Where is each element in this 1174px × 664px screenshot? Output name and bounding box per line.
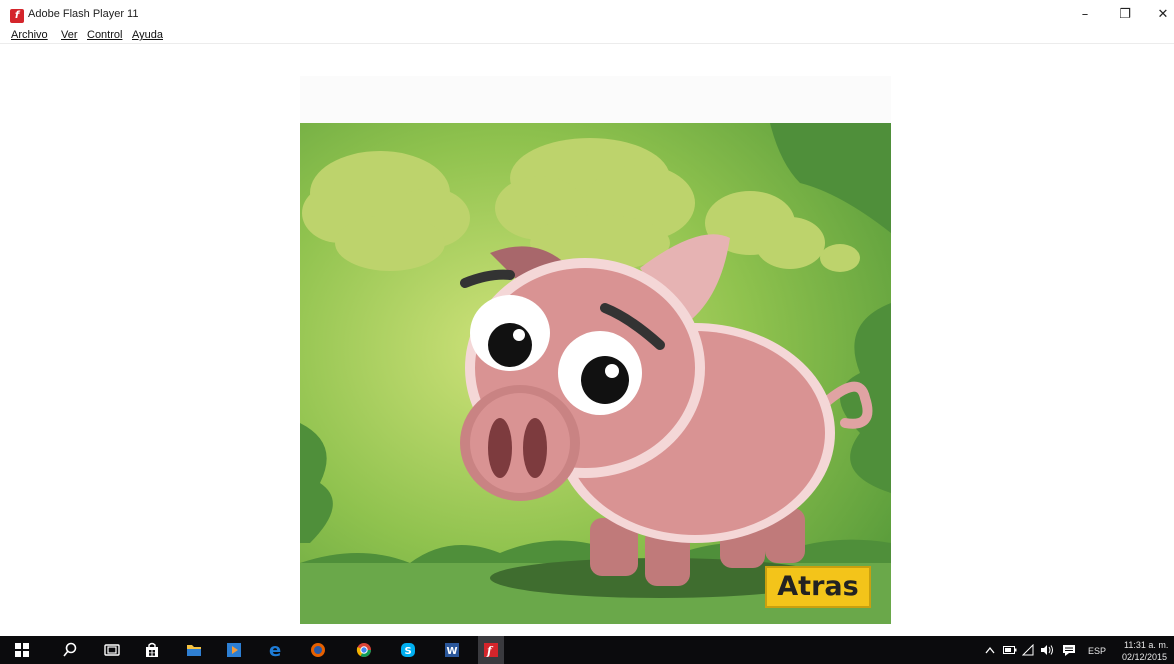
flash-player-window: f Adobe Flash Player 11 – ❐ ✕ Archivo Ve… [0, 0, 1174, 636]
media-app-button[interactable] [222, 636, 246, 664]
close-button[interactable]: ✕ [1140, 0, 1174, 30]
chrome-button[interactable] [352, 636, 376, 664]
start-button[interactable] [10, 636, 34, 664]
word-icon: W [445, 643, 459, 657]
task-view-icon [104, 644, 120, 656]
edge-button[interactable]: e [264, 636, 288, 664]
wifi-icon [1022, 644, 1034, 656]
chevron-up-icon [985, 646, 995, 654]
taskbar: e S W f ESP 11:31 a. m. 02/12/2015 [0, 636, 1174, 664]
menu-bar: Archivo Ver Control Ayuda [0, 28, 1174, 44]
tray-overflow-button[interactable] [982, 636, 998, 664]
flash-icon: f [484, 643, 498, 658]
clock-date[interactable]: 02/12/2015 [1122, 652, 1167, 662]
back-button[interactable]: Atras [765, 566, 871, 608]
flash-stage [300, 123, 891, 624]
edge-icon: e [269, 641, 281, 659]
pig-snout [470, 393, 570, 493]
word-button[interactable]: W [440, 636, 464, 664]
pig-right-pupil [581, 356, 629, 404]
pig-illustration [300, 123, 891, 624]
pig-left-nostril [488, 418, 512, 478]
pig-right-highlight [605, 364, 619, 378]
pig-left-highlight [513, 329, 525, 341]
pig-right-nostril [523, 418, 547, 478]
flash-player-taskbar-button[interactable]: f [478, 636, 504, 664]
volume-button[interactable] [1038, 636, 1056, 664]
pig-left-pupil [488, 323, 532, 367]
firefox-icon [311, 643, 325, 657]
skype-button[interactable]: S [396, 636, 420, 664]
notification-icon [1063, 645, 1075, 656]
svg-text:S: S [405, 646, 412, 657]
window-title: Adobe Flash Player 11 [28, 8, 139, 20]
menu-ayuda[interactable]: Ayuda [132, 29, 163, 41]
firefox-button[interactable] [306, 636, 330, 664]
wifi-button[interactable] [1020, 636, 1036, 664]
menu-control[interactable]: Control [87, 29, 122, 41]
task-view-button[interactable] [100, 636, 124, 664]
search-button[interactable] [58, 636, 82, 664]
skype-icon: S [401, 643, 415, 657]
language-indicator[interactable]: ESP [1088, 646, 1106, 656]
folder-icon [187, 645, 201, 656]
title-bar: f Adobe Flash Player 11 – ❐ ✕ [0, 0, 1174, 28]
stage-header-strip [300, 76, 891, 123]
flash-app-icon: f [10, 9, 24, 23]
notifications-button[interactable] [1060, 636, 1078, 664]
battery-icon [1003, 646, 1017, 654]
menu-archivo[interactable]: Archivo [11, 29, 48, 41]
clock-time[interactable]: 11:31 a. m. [1124, 640, 1168, 650]
svg-text:W: W [447, 646, 458, 657]
store-button[interactable] [140, 636, 164, 664]
windows-icon [15, 643, 29, 657]
media-icon [227, 643, 241, 657]
file-explorer-button[interactable] [182, 636, 206, 664]
volume-icon [1041, 645, 1053, 655]
svg-text:e: e [269, 641, 281, 659]
chrome-icon [356, 643, 371, 657]
store-icon [146, 642, 158, 657]
search-icon [63, 642, 77, 657]
battery-button[interactable] [1002, 636, 1018, 664]
menu-ver[interactable]: Ver [61, 29, 78, 41]
